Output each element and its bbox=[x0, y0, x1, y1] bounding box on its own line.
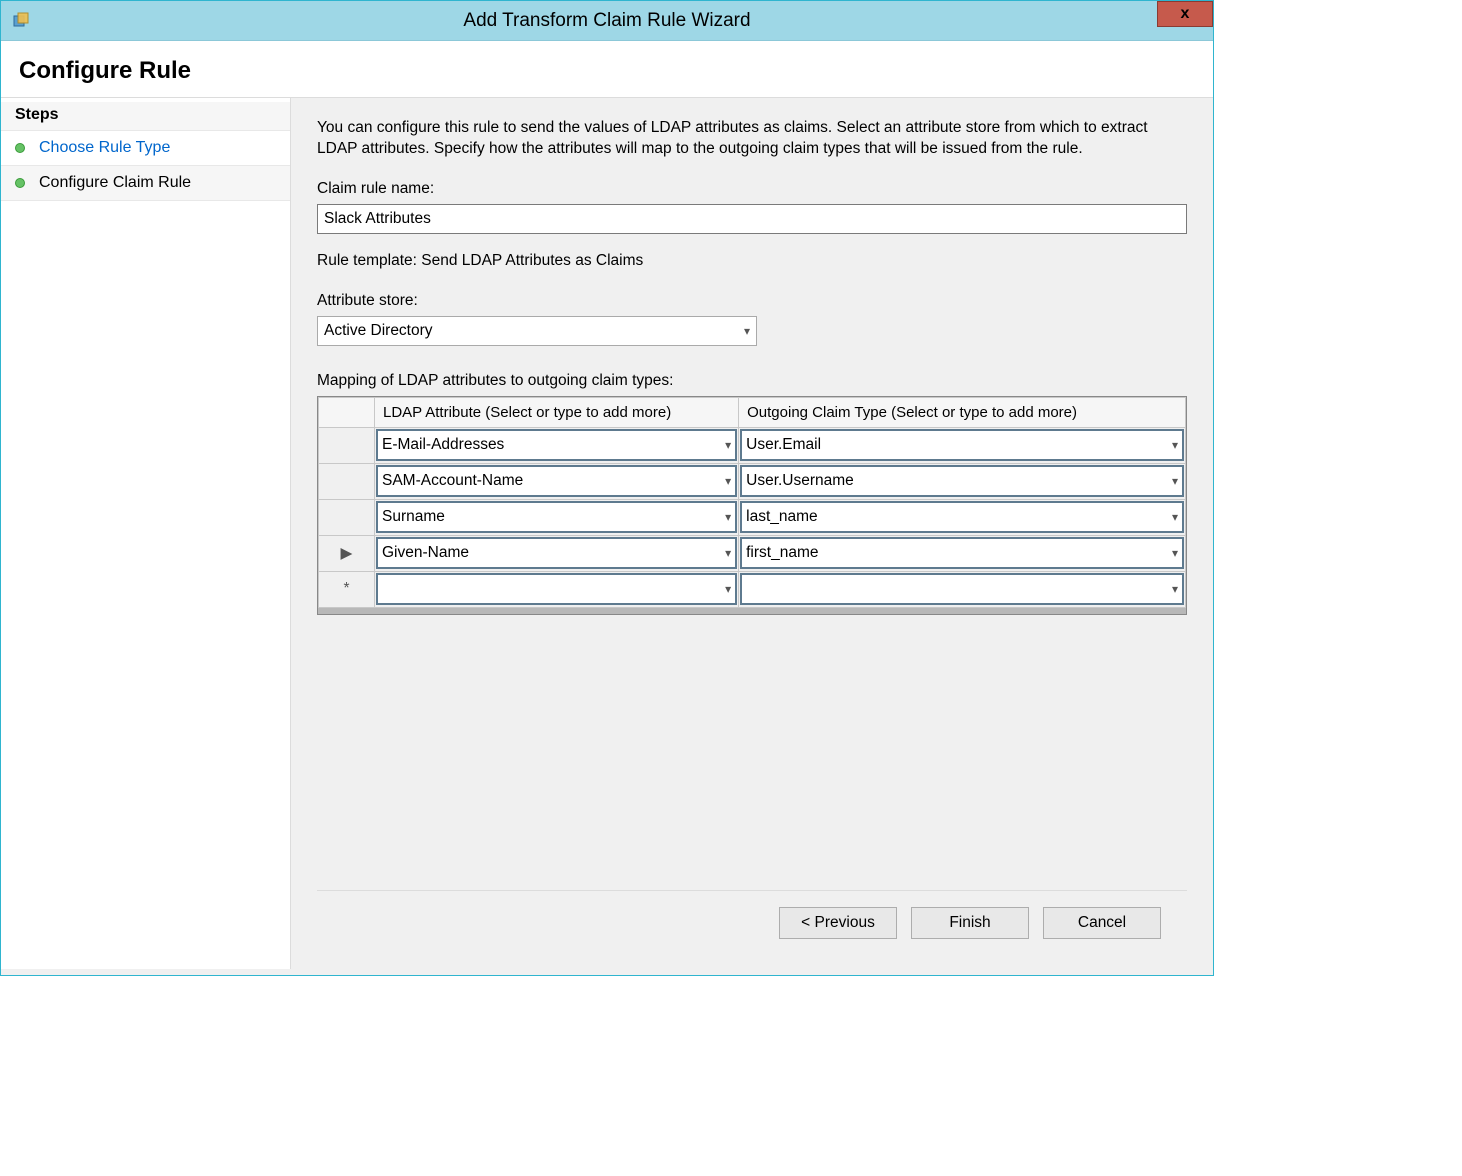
row-indicator[interactable]: * bbox=[319, 571, 375, 607]
combo-value: first_name bbox=[746, 544, 1170, 562]
chevron-down-icon: ▾ bbox=[1172, 546, 1178, 560]
row-indicator[interactable] bbox=[319, 463, 375, 499]
combo-value: last_name bbox=[746, 508, 1170, 526]
heading-area: Configure Rule bbox=[1, 41, 1213, 98]
row-indicator[interactable] bbox=[319, 427, 375, 463]
wizard-window: Add Transform Claim Rule Wizard x Config… bbox=[0, 0, 1214, 976]
chevron-down-icon: ▾ bbox=[1172, 438, 1178, 452]
chevron-down-icon: ▾ bbox=[725, 474, 731, 488]
ldap-attribute-combo[interactable]: Surname▾ bbox=[376, 501, 737, 533]
finish-button[interactable]: Finish bbox=[911, 907, 1029, 939]
table-row: SAM-Account-Name▾User.Username▾ bbox=[319, 463, 1186, 499]
chevron-down-icon: ▾ bbox=[1172, 510, 1178, 524]
combo-value: Given-Name bbox=[382, 544, 723, 562]
mapping-label: Mapping of LDAP attributes to outgoing c… bbox=[317, 372, 1187, 390]
steps-heading: Steps bbox=[1, 102, 290, 131]
chevron-down-icon: ▾ bbox=[725, 546, 731, 560]
chevron-down-icon: ▾ bbox=[725, 510, 731, 524]
combo-value: User.Username bbox=[746, 472, 1170, 490]
combo-value: Surname bbox=[382, 508, 723, 526]
row-indicator[interactable]: ▶ bbox=[319, 535, 375, 571]
chevron-down-icon: ▾ bbox=[1172, 474, 1178, 488]
previous-button[interactable]: < Previous bbox=[779, 907, 897, 939]
grid-header-ldap: LDAP Attribute (Select or type to add mo… bbox=[375, 397, 739, 427]
table-row: E-Mail-Addresses▾User.Email▾ bbox=[319, 427, 1186, 463]
mapping-grid: LDAP Attribute (Select or type to add mo… bbox=[317, 396, 1187, 615]
claim-rule-name-label: Claim rule name: bbox=[317, 180, 1187, 198]
combo-value: E-Mail-Addresses bbox=[382, 436, 723, 454]
chevron-down-icon: ▾ bbox=[725, 582, 731, 596]
ldap-attribute-combo[interactable]: Given-Name▾ bbox=[376, 537, 737, 569]
outgoing-claim-combo[interactable]: User.Username▾ bbox=[740, 465, 1184, 497]
window-title: Add Transform Claim Rule Wizard bbox=[1, 10, 1213, 32]
step-label: Choose Rule Type bbox=[39, 139, 170, 157]
main-panel: You can configure this rule to send the … bbox=[291, 98, 1213, 969]
table-row: ▶Given-Name▾first_name▾ bbox=[319, 535, 1186, 571]
step-configure-claim-rule[interactable]: Configure Claim Rule bbox=[1, 165, 290, 201]
close-icon: x bbox=[1181, 5, 1190, 23]
step-bullet-icon bbox=[15, 178, 25, 188]
combo-value: SAM-Account-Name bbox=[382, 472, 723, 490]
chevron-down-icon: ▾ bbox=[744, 324, 750, 338]
attribute-store-select[interactable]: Active Directory ▾ bbox=[317, 316, 757, 346]
attribute-store-value: Active Directory bbox=[324, 322, 744, 340]
ldap-attribute-combo[interactable]: SAM-Account-Name▾ bbox=[376, 465, 737, 497]
button-row: < Previous Finish Cancel bbox=[317, 890, 1187, 957]
titlebar: Add Transform Claim Rule Wizard x bbox=[1, 1, 1213, 41]
steps-sidebar: Steps Choose Rule Type Configure Claim R… bbox=[1, 98, 291, 969]
outgoing-claim-combo[interactable]: ▾ bbox=[740, 573, 1184, 605]
ldap-attribute-combo[interactable]: ▾ bbox=[376, 573, 737, 605]
table-row: Surname▾last_name▾ bbox=[319, 499, 1186, 535]
grid-scroll-shade bbox=[318, 608, 1186, 614]
combo-value: User.Email bbox=[746, 436, 1170, 454]
description-text: You can configure this rule to send the … bbox=[317, 118, 1187, 160]
table-row: * ▾ ▾ bbox=[319, 571, 1186, 607]
chevron-down-icon: ▾ bbox=[1172, 582, 1178, 596]
row-indicator[interactable] bbox=[319, 499, 375, 535]
chevron-down-icon: ▾ bbox=[725, 438, 731, 452]
rule-template-text: Rule template: Send LDAP Attributes as C… bbox=[317, 252, 1187, 270]
outgoing-claim-combo[interactable]: last_name▾ bbox=[740, 501, 1184, 533]
page-title: Configure Rule bbox=[19, 57, 1195, 85]
grid-corner bbox=[319, 397, 375, 427]
step-bullet-icon bbox=[15, 143, 25, 153]
app-icon bbox=[11, 11, 31, 31]
outgoing-claim-combo[interactable]: User.Email▾ bbox=[740, 429, 1184, 461]
attribute-store-label: Attribute store: bbox=[317, 292, 1187, 310]
ldap-attribute-combo[interactable]: E-Mail-Addresses▾ bbox=[376, 429, 737, 461]
outgoing-claim-combo[interactable]: first_name▾ bbox=[740, 537, 1184, 569]
grid-header-out: Outgoing Claim Type (Select or type to a… bbox=[739, 397, 1186, 427]
close-button[interactable]: x bbox=[1157, 1, 1213, 27]
claim-rule-name-input[interactable] bbox=[317, 204, 1187, 234]
step-choose-rule-type[interactable]: Choose Rule Type bbox=[1, 131, 290, 165]
cancel-button[interactable]: Cancel bbox=[1043, 907, 1161, 939]
step-label: Configure Claim Rule bbox=[39, 174, 191, 192]
